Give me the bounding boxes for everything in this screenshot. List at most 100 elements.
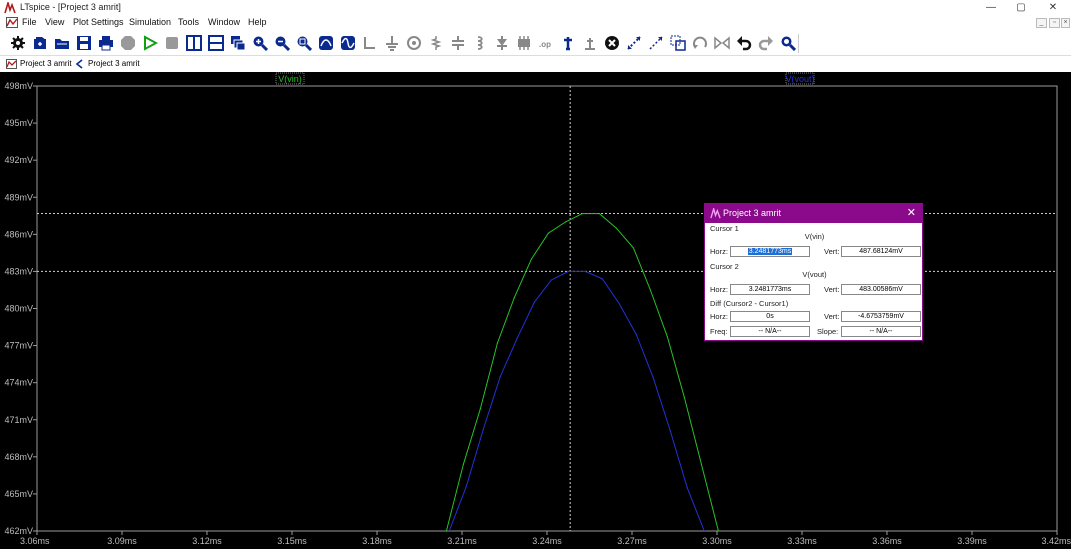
undo-icon[interactable] xyxy=(735,34,753,52)
dialog-close-button[interactable]: ✕ xyxy=(907,204,916,223)
open-schematic-icon[interactable] xyxy=(31,34,49,52)
series-point xyxy=(686,487,688,489)
inductor-icon[interactable] xyxy=(471,34,489,52)
cursor2-horz-field[interactable]: 3.2481773ms xyxy=(730,284,810,295)
series-point xyxy=(632,247,635,249)
zoom-in-icon[interactable] xyxy=(251,34,269,52)
gear-icon[interactable] xyxy=(9,34,27,52)
diff-vert-field[interactable]: -4.6753759mV xyxy=(841,311,921,322)
series-point xyxy=(635,333,637,336)
cursor2-vert-label: Vert: xyxy=(824,285,840,294)
series-point xyxy=(533,301,535,303)
text-icon[interactable] xyxy=(559,34,577,52)
component-icon[interactable] xyxy=(405,34,423,52)
duplicate-icon[interactable] xyxy=(669,34,687,52)
legend-label[interactable]: V(vout) xyxy=(785,74,814,84)
legend-label[interactable]: V(vin) xyxy=(278,74,302,84)
mdi-close-button[interactable]: × xyxy=(1061,18,1070,28)
tab-schematic[interactable]: Project 3 amrit xyxy=(70,58,144,71)
capacitor-icon[interactable] xyxy=(449,34,467,52)
tab-label: Project 3 amrit xyxy=(20,59,72,68)
cursor1-vert-label: Vert: xyxy=(824,247,840,256)
tab-bar: Project 3 amrit Project 3 amrit xyxy=(0,57,1071,72)
menu-window[interactable]: Window xyxy=(208,17,240,27)
component-lib-icon[interactable] xyxy=(515,34,533,52)
run-icon[interactable] xyxy=(141,34,159,52)
series-point xyxy=(550,279,552,281)
diode-icon[interactable] xyxy=(493,34,511,52)
series-point xyxy=(516,337,518,339)
window-minimize-button[interactable]: — xyxy=(976,0,1006,16)
menu-help[interactable]: Help xyxy=(248,17,267,27)
series-point xyxy=(462,463,465,465)
cursor2-vert-field[interactable]: 483.00586mV xyxy=(841,284,921,295)
stop-icon[interactable] xyxy=(163,34,181,52)
window-close-button[interactable]: ✕ xyxy=(1038,0,1068,16)
mdi-minimize-button[interactable]: _ xyxy=(1036,18,1047,28)
slope-field[interactable]: -- N/A-- xyxy=(841,326,921,337)
halt-icon[interactable] xyxy=(119,34,137,52)
x-tick-label: 3.30ms xyxy=(702,536,732,546)
cursor1-trace: V(vin) xyxy=(804,232,825,241)
dialog-title-bar[interactable]: Project 3 amrit ✕ xyxy=(705,204,922,223)
zoom-fit-icon[interactable] xyxy=(295,34,313,52)
redo-icon[interactable] xyxy=(757,34,775,52)
zoom-out-icon[interactable] xyxy=(273,34,291,52)
spice-directive-icon[interactable]: .op xyxy=(537,34,555,52)
series-point xyxy=(564,221,567,223)
freq-field[interactable]: -- N/A-- xyxy=(730,326,810,337)
y-tick-label: 477mV xyxy=(4,341,33,351)
cursor-dialog[interactable]: Project 3 amrit ✕ Cursor 1 V(vin) Horz: … xyxy=(704,203,923,341)
tab-waveform[interactable]: Project 3 amrit xyxy=(2,58,76,71)
menu-plot-settings[interactable]: Plot Settings xyxy=(73,17,124,27)
menu-tools[interactable]: Tools xyxy=(178,17,199,27)
cursor2-trace: V(vout) xyxy=(802,270,827,279)
y-tick-label: 480mV xyxy=(4,304,33,314)
menu-simulation[interactable]: Simulation xyxy=(129,17,171,27)
open-folder-icon[interactable] xyxy=(53,34,71,52)
drag-icon[interactable] xyxy=(647,34,665,52)
resistor-icon[interactable] xyxy=(427,34,445,52)
menu-file[interactable]: File xyxy=(22,17,37,27)
series-point xyxy=(669,430,671,432)
cascade-icon[interactable] xyxy=(229,34,247,52)
window-restore-button[interactable]: ▢ xyxy=(1006,0,1036,16)
mirror-icon[interactable] xyxy=(713,34,731,52)
x-tick-label: 3.15ms xyxy=(277,536,307,546)
ground-icon[interactable] xyxy=(383,34,401,52)
rotate-icon[interactable] xyxy=(691,34,709,52)
y-tick-label: 465mV xyxy=(4,489,33,499)
diff-vert-label: Vert: xyxy=(824,312,840,321)
series-point xyxy=(482,429,484,431)
save-icon[interactable] xyxy=(75,34,93,52)
delete-icon[interactable] xyxy=(603,34,621,52)
diff-horz-field[interactable]: 0s xyxy=(730,311,810,322)
autorange-icon[interactable] xyxy=(317,34,335,52)
move-icon[interactable] xyxy=(625,34,643,52)
series-point xyxy=(649,289,652,291)
schematic-tab-icon xyxy=(75,59,83,69)
svg-text:.op: .op xyxy=(539,40,551,49)
print-icon[interactable] xyxy=(97,34,115,52)
series-point xyxy=(683,396,686,399)
series-point xyxy=(700,463,703,465)
menu-view[interactable]: View xyxy=(45,17,64,27)
series-point xyxy=(496,342,499,344)
wire-icon[interactable] xyxy=(361,34,379,52)
y-tick-label: 483mV xyxy=(4,266,33,276)
series-point xyxy=(513,296,516,298)
tile-vertical-icon[interactable] xyxy=(185,34,203,52)
title-bar: LTspice - [Project 3 amrit] — ▢ ✕ xyxy=(0,0,1071,16)
cursor1-horz-field[interactable]: 3.2481773ms xyxy=(730,246,810,257)
series-point xyxy=(666,336,669,338)
waveform-icon[interactable] xyxy=(339,34,357,52)
tile-horizontal-icon[interactable] xyxy=(207,34,225,52)
y-tick-label: 468mV xyxy=(4,452,33,462)
diff-group: Diff (Cursor2 - Cursor1) xyxy=(709,299,920,309)
menu-bar: File View Plot Settings Simulation Tools… xyxy=(0,16,1071,30)
mdi-restore-button[interactable]: ▫ xyxy=(1049,18,1060,28)
find-icon[interactable] xyxy=(779,34,797,52)
series-point xyxy=(547,232,550,234)
label-icon[interactable] xyxy=(581,34,599,52)
cursor1-vert-field[interactable]: 487.68124mV xyxy=(841,246,921,257)
